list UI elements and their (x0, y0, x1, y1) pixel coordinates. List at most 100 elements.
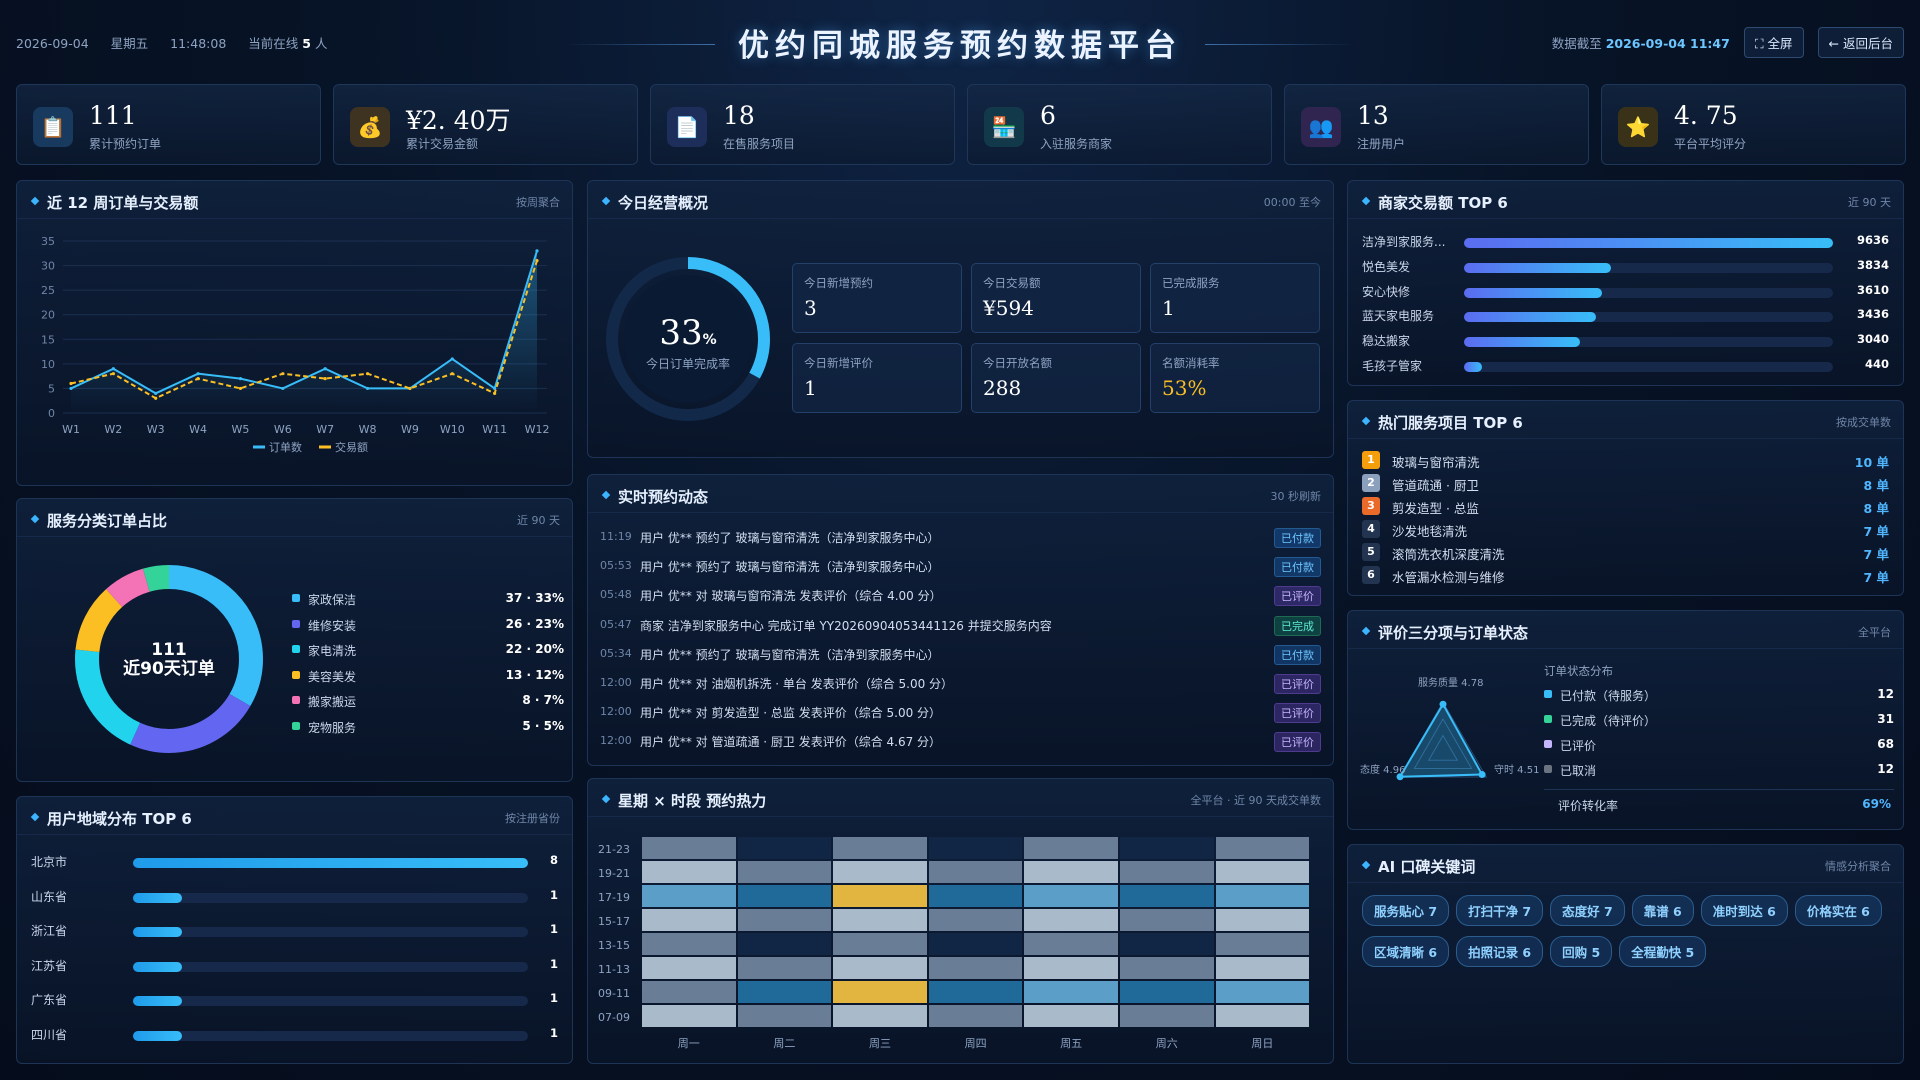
keyword-chip[interactable]: 价格实在 6 (1794, 895, 1882, 926)
data-point[interactable] (154, 396, 158, 400)
region-bar-row[interactable]: 浙江省 1 (31, 922, 558, 940)
heatmap-cell[interactable] (1024, 909, 1118, 931)
keyword-chip[interactable]: 靠谱 6 (1631, 895, 1694, 926)
heatmap-cell[interactable] (928, 885, 1023, 907)
heatmap-cell[interactable] (928, 909, 1023, 931)
keyword-chip[interactable]: 全程勤快 5 (1619, 936, 1707, 967)
hot-service-item[interactable]: 5 滚筒洗衣机深度清洗 7 单 (1362, 543, 1889, 562)
hot-service-item[interactable]: 3 剪发造型 · 总监 8 单 (1362, 497, 1889, 516)
data-point[interactable] (196, 372, 200, 376)
heatmap-cell[interactable] (642, 981, 736, 1003)
back-to-admin-button[interactable]: ← 返回后台 (1817, 27, 1904, 58)
heatmap-cell[interactable] (737, 957, 832, 979)
heatmap-cell[interactable] (642, 957, 736, 979)
heatmap-cell[interactable] (1120, 837, 1214, 859)
hot-service-item[interactable]: 6 水管漏水检测与维修 7 单 (1362, 566, 1889, 585)
keyword-chip[interactable]: 拍照记录 6 (1456, 936, 1544, 967)
heatmap-cell[interactable] (737, 837, 832, 859)
feed-item[interactable]: 05:48 用户 优** 对 玻璃与窗帘清洗 发表评价（综合 4.00 分） 已评价 (600, 585, 1321, 607)
heatmap-cell[interactable] (833, 933, 927, 955)
data-point[interactable] (154, 391, 158, 395)
hot-service-item[interactable]: 1 玻璃与窗帘清洗 10 单 (1362, 451, 1889, 470)
data-point[interactable] (365, 386, 370, 391)
feed-item[interactable]: 05:47 商家 洁净到家服务中心 完成订单 YY2026090405344112… (600, 615, 1321, 637)
heatmap-cell[interactable] (1120, 981, 1214, 1003)
heatmap-cell[interactable] (1024, 885, 1118, 907)
keyword-chip[interactable]: 回购 5 (1550, 936, 1613, 967)
heatmap-cell[interactable] (1215, 981, 1310, 1003)
heatmap-cell[interactable] (1215, 909, 1310, 931)
heatmap-cell[interactable] (642, 885, 736, 907)
heatmap-cell[interactable] (1215, 957, 1310, 979)
heatmap-cell[interactable] (737, 909, 832, 931)
data-point[interactable] (408, 386, 412, 391)
feed-item[interactable]: 05:53 用户 优** 预约了 玻璃与窗帘清洗（洁净到家服务中心） 已付款 (600, 556, 1321, 578)
data-point[interactable] (69, 386, 73, 391)
merchant-bar-row[interactable]: 洁净到家服务... 9636 (1362, 233, 1889, 251)
heatmap-cell[interactable] (1120, 957, 1214, 979)
region-bar-row[interactable]: 山东省 1 (31, 888, 558, 906)
heatmap-cell[interactable] (928, 957, 1023, 979)
heatmap-cell[interactable] (737, 1005, 832, 1027)
heatmap-cell[interactable] (833, 861, 927, 883)
keyword-chip[interactable]: 打扫干净 7 (1456, 895, 1544, 926)
data-point[interactable] (450, 357, 454, 361)
heatmap-cell[interactable] (928, 861, 1023, 883)
heatmap-cell[interactable] (1215, 1005, 1310, 1027)
region-bar-row[interactable]: 北京市 8 (31, 853, 558, 871)
data-point[interactable] (493, 391, 497, 395)
data-point[interactable] (196, 377, 200, 381)
feed-item[interactable]: 05:34 用户 优** 预约了 玻璃与窗帘清洗（洁净到家服务中心） 已付款 (600, 644, 1321, 666)
fullscreen-button[interactable]: ⛶ 全屏 (1743, 27, 1804, 58)
heatmap-cell[interactable] (1024, 957, 1118, 979)
merchant-bar-row[interactable]: 蓝天家电服务 3436 (1362, 307, 1889, 325)
keyword-chip[interactable]: 准时到达 6 (1700, 895, 1788, 926)
data-point[interactable] (535, 249, 539, 253)
merchant-bar-row[interactable]: 安心快修 3610 (1362, 283, 1889, 301)
heatmap-cell[interactable] (928, 933, 1023, 955)
region-bar-row[interactable]: 广东省 1 (31, 991, 558, 1009)
heatmap-cell[interactable] (642, 837, 736, 859)
merchant-bar-row[interactable]: 稳达搬家 3040 (1362, 332, 1889, 350)
heatmap-cell[interactable] (928, 837, 1023, 859)
heatmap-cell[interactable] (928, 1005, 1023, 1027)
data-point[interactable] (450, 372, 454, 376)
feed-item[interactable]: 12:00 用户 优** 对 油烟机拆洗 · 单台 发表评价（综合 5.00 分）… (600, 673, 1321, 695)
merchant-bar-row[interactable]: 悦色美发 3834 (1362, 258, 1889, 276)
heatmap-cell[interactable] (642, 909, 736, 931)
region-bar-row[interactable]: 江苏省 1 (31, 957, 558, 975)
data-point[interactable] (111, 367, 115, 371)
data-point[interactable] (323, 367, 327, 371)
data-point[interactable] (535, 259, 539, 263)
region-bar-row[interactable]: 四川省 1 (31, 1026, 558, 1044)
heatmap-cell[interactable] (737, 885, 832, 907)
heatmap-cell[interactable] (642, 861, 736, 883)
radar-point[interactable] (1478, 771, 1486, 779)
data-point[interactable] (365, 372, 370, 376)
heatmap-cell[interactable] (1120, 1005, 1214, 1027)
heatmap-cell[interactable] (833, 981, 927, 1003)
heatmap-cell[interactable] (1120, 933, 1214, 955)
keyword-chip[interactable]: 服务贴心 7 (1362, 895, 1450, 926)
data-point[interactable] (323, 377, 327, 381)
heatmap-cell[interactable] (1024, 861, 1118, 883)
radar-point[interactable] (1439, 700, 1447, 708)
heatmap-cell[interactable] (833, 837, 927, 859)
heatmap-cell[interactable] (1120, 861, 1214, 883)
heatmap-cell[interactable] (833, 957, 927, 979)
heatmap-cell[interactable] (1120, 885, 1214, 907)
keyword-chip[interactable]: 区域清晰 6 (1362, 936, 1450, 967)
heatmap-cell[interactable] (1024, 981, 1118, 1003)
data-point[interactable] (493, 386, 497, 391)
heatmap-cell[interactable] (1215, 933, 1310, 955)
data-point[interactable] (281, 372, 285, 376)
heatmap-cell[interactable] (642, 933, 736, 955)
heatmap-cell[interactable] (928, 981, 1023, 1003)
heatmap-cell[interactable] (833, 909, 927, 931)
feed-item[interactable]: 12:00 用户 优** 对 剪发造型 · 总监 发表评价（综合 5.00 分） 已… (600, 702, 1321, 724)
feed-item[interactable]: 11:19 用户 优** 预约了 玻璃与窗帘清洗（洁净到家服务中心） 已付款 (600, 527, 1321, 549)
heatmap-cell[interactable] (1024, 1005, 1118, 1027)
hot-service-item[interactable]: 4 沙发地毯清洗 7 单 (1362, 520, 1889, 539)
data-point[interactable] (281, 386, 285, 391)
heatmap-cell[interactable] (1024, 837, 1118, 859)
